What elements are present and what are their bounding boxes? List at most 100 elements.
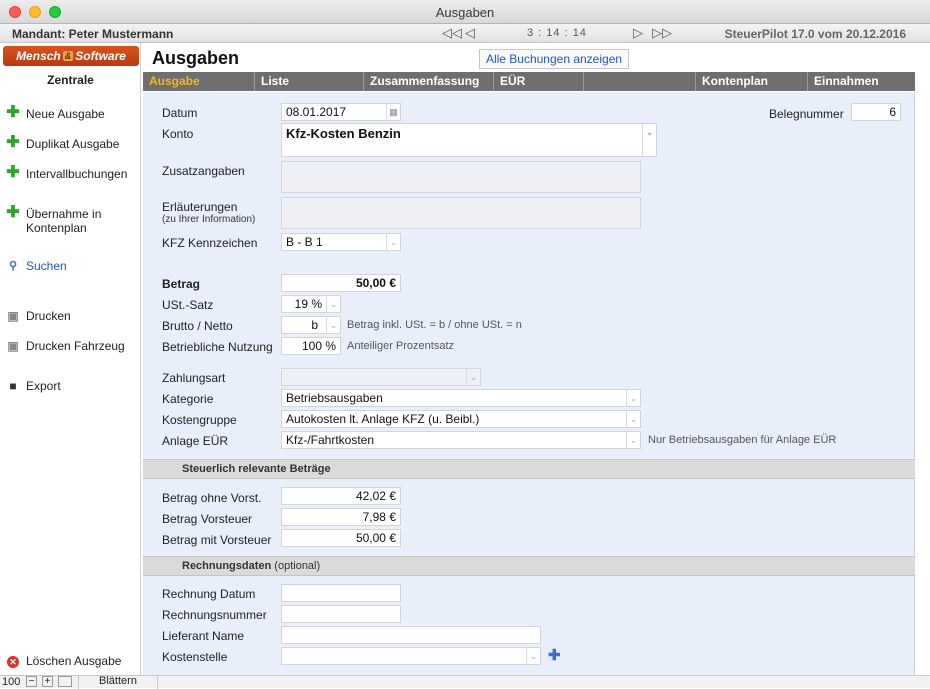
chevron-down-icon: ⌄ — [526, 648, 540, 664]
tab-kontenplan[interactable]: Kontenplan — [696, 72, 808, 91]
sidebar-item-uebernahme[interactable]: ✚ Übernahme in Kontenplan — [6, 205, 116, 236]
sidebar-item-loeschen[interactable]: ✕ Löschen Ausgabe — [6, 654, 121, 668]
zusatz-label: Zusatzangaben — [162, 164, 245, 178]
rechnung-datum-label: Rechnung Datum — [162, 587, 256, 601]
rechnung-datum-field[interactable] — [281, 584, 401, 602]
vorsteuer-label: Betrag Vorsteuer — [162, 512, 253, 526]
chevron-down-icon: ⌄ — [626, 390, 640, 406]
chevron-down-icon: ⌄ — [466, 369, 480, 385]
last-record-icon[interactable]: ▷▷ — [652, 25, 672, 41]
next-record-icon[interactable]: ▷ — [633, 25, 643, 41]
ust-select[interactable]: 19 % ⌄ — [281, 295, 341, 313]
erl-label: Erläuterungen — [162, 200, 238, 214]
sidebar-heading[interactable]: Zentrale — [0, 73, 141, 87]
logo-ampersand: & — [62, 51, 74, 61]
zahlungsart-label: Zahlungsart — [162, 371, 226, 385]
ohne-vorst-field: 42,02 € — [281, 487, 401, 505]
datum-field[interactable]: 08.01.2017 ▦ — [281, 103, 401, 121]
add-kostenstelle-icon[interactable]: ✚ — [548, 648, 561, 663]
tab-einnahmen[interactable]: Einnahmen — [808, 72, 915, 91]
zoom-in-icon[interactable]: + — [42, 676, 53, 687]
window-title: Ausgaben — [435, 5, 495, 20]
version-label: SteuerPilot 17.0 vom 20.12.2016 — [724, 27, 906, 41]
kfz-label: KFZ Kennzeichen — [162, 236, 258, 250]
belegnummer-label: Belegnummer — [769, 107, 844, 121]
section-optional: (optional) — [274, 560, 321, 572]
sidebar-item-label: Drucken Fahrzeug — [26, 339, 125, 353]
brutto-hint: Betrag inkl. USt. = b / ohne USt. = n — [347, 319, 522, 331]
sidebar-item-duplikat[interactable]: ✚ Duplikat Ausgabe — [6, 134, 120, 152]
plus-icon: ✚ — [6, 134, 20, 151]
kfz-value: B - B 1 — [286, 235, 323, 249]
info-bar: Mandant: Peter Mustermann ◁◁ ◁ 3 : 14 : … — [0, 24, 930, 43]
plus-icon: ✚ — [6, 164, 20, 181]
zoom-out-icon[interactable]: − — [26, 676, 37, 687]
previous-record-icon[interactable]: ◁ — [465, 25, 475, 41]
rechnungsnummer-field[interactable] — [281, 605, 401, 623]
ohne-vorst-label: Betrag ohne Vorst. — [162, 491, 262, 505]
sidebar-item-label: Duplikat Ausgabe — [26, 137, 120, 151]
plus-icon: ✚ — [6, 104, 20, 121]
sidebar-item-label: Suchen — [26, 259, 67, 273]
kategorie-label: Kategorie — [162, 392, 214, 406]
rechnungsnummer-label: Rechnungsnummer — [162, 608, 267, 622]
tab-bar: Ausgabe Liste Zusammenfassung EÜR Konten… — [143, 72, 915, 91]
konto-select[interactable]: Kfz-Kosten Benzin ⌄ — [281, 123, 657, 157]
chevron-down-icon: ⌄ — [626, 411, 640, 427]
tab-eur[interactable]: EÜR — [494, 72, 584, 91]
sidebar-item-intervall[interactable]: ✚ Intervallbuchungen — [6, 164, 127, 182]
brutto-label: Brutto / Netto — [162, 319, 233, 333]
calendar-icon[interactable]: ▦ — [386, 104, 400, 120]
anlage-select[interactable]: Kfz-/Fahrtkosten ⌄ — [281, 431, 641, 449]
anlage-hint: Nur Betriebsausgaben für Anlage EÜR — [648, 434, 837, 446]
sidebar-item-drucken-fahrzeug[interactable]: ▣ Drucken Fahrzeug — [6, 339, 125, 353]
kfz-select[interactable]: B - B 1 ⌄ — [281, 233, 401, 251]
section-title: Rechnungsdaten (optional) — [182, 560, 320, 572]
first-record-icon[interactable]: ◁◁ — [442, 25, 462, 41]
mit-vorst-label: Betrag mit Vorsteuer — [162, 533, 272, 547]
sidebar-item-label: Übernahme in Kontenplan — [26, 207, 102, 235]
datum-value: 08.01.2017 — [286, 105, 347, 119]
anlage-value: Kfz-/Fahrtkosten — [286, 433, 375, 447]
zahlungsart-select[interactable]: ⌄ — [281, 368, 481, 386]
sidebar-item-label: Export — [26, 379, 61, 393]
sidebar-item-label: Löschen Ausgabe — [26, 654, 122, 668]
logo-text-left: Mensch — [16, 49, 61, 63]
kategorie-select[interactable]: Betriebsausgaben ⌄ — [281, 389, 641, 407]
sidebar-item-neue-ausgabe[interactable]: ✚ Neue Ausgabe — [6, 104, 104, 122]
toolbar-toggle-icon[interactable] — [58, 676, 72, 687]
lieferant-field[interactable] — [281, 626, 541, 644]
sidebar: Mensch & Software Zentrale ✚ Neue Ausgab… — [0, 43, 141, 675]
erl-field[interactable] — [281, 197, 641, 229]
brutto-select[interactable]: b ⌄ — [281, 316, 341, 334]
kostengruppe-select[interactable]: Autokosten lt. Anlage KFZ (u. Beibl.) ⌄ — [281, 410, 641, 428]
logo-text-right: Software — [75, 49, 126, 63]
tab-liste[interactable]: Liste — [255, 72, 364, 91]
floppy-disk-icon: ■ — [9, 379, 17, 393]
datum-label: Datum — [162, 106, 198, 120]
status-bar: 100 − + Blättern — [0, 675, 930, 689]
nutzung-field[interactable]: 100 % — [281, 337, 341, 355]
show-all-bookings-button[interactable]: Alle Buchungen anzeigen — [479, 49, 629, 69]
kostenstelle-select[interactable]: ⌄ — [281, 647, 541, 665]
betrag-field[interactable]: 50,00 € — [281, 274, 401, 292]
printer-icon: ▣ — [7, 309, 19, 323]
tab-ausgabe[interactable]: Ausgabe — [143, 72, 255, 91]
belegnummer-field[interactable]: 6 — [851, 103, 901, 121]
vorsteuer-field: 7,98 € — [281, 508, 401, 526]
sidebar-item-drucken[interactable]: ▣ Drucken — [6, 309, 70, 323]
section-title: Steuerlich relevante Beträge — [182, 463, 331, 475]
section-header-steuer: Steuerlich relevante Beträge — [143, 459, 915, 479]
mit-vorst-field: 50,00 € — [281, 529, 401, 547]
kostenstelle-label: Kostenstelle — [162, 650, 228, 664]
tab-zusammenfassung[interactable]: Zusammenfassung — [364, 72, 494, 91]
sidebar-item-suchen[interactable]: ⚲ Suchen — [6, 259, 67, 273]
kostengruppe-value: Autokosten lt. Anlage KFZ (u. Beibl.) — [286, 412, 480, 426]
zusatz-field[interactable] — [281, 161, 641, 193]
mandant-label: Mandant: Peter Mustermann — [12, 27, 174, 41]
kategorie-value: Betriebsausgaben — [286, 391, 383, 405]
anlage-label: Anlage EÜR — [162, 434, 229, 448]
betrag-label: Betrag — [162, 277, 201, 291]
sidebar-item-export[interactable]: ■ Export — [6, 379, 61, 393]
ust-label: USt.-Satz — [162, 298, 214, 312]
